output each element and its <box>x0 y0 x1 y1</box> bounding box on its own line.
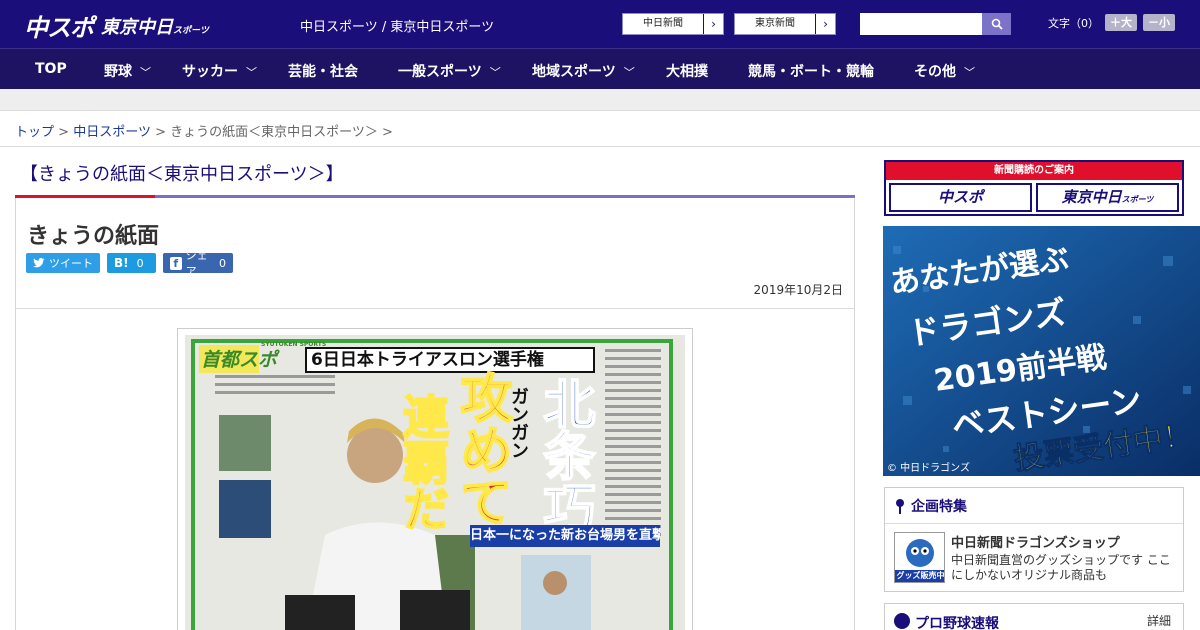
tweet-button[interactable]: ツイート <box>26 253 100 273</box>
breadcrumb-current: きょうの紙面＜東京中日スポーツ＞ <box>170 125 378 140</box>
baseball-details-link[interactable]: 詳細 <box>1147 612 1171 629</box>
font-size-label: 文字（0） <box>1048 16 1099 30</box>
font-size-control: 文字（0） ＋大 －小 <box>1048 14 1175 31</box>
page-title: きょうの紙面 <box>27 224 160 249</box>
dragons-shop-thumbnail[interactable]: グッズ販売中 <box>894 532 945 583</box>
paper-headline-semete: 攻めて <box>450 370 512 528</box>
hatena-count: 0 <box>136 256 144 270</box>
special-features-box: 企画特集 グッズ販売中 中日新聞ドラゴンズショップ 中日新聞直営のグッズショップ… <box>884 487 1184 592</box>
site-logo[interactable]: 中スポ 東京中日スポーツ <box>24 8 209 43</box>
paper-brand: 首都スポ <box>201 349 278 371</box>
subscribe-tokyo-chunichi-button[interactable]: 東京中日スポーツ <box>1036 183 1179 212</box>
baseball-icon <box>894 613 910 629</box>
paper-header-line: 6日日本トライアスロン選手権 <box>305 347 595 373</box>
chevron-down-icon: ﹀ <box>246 66 257 79</box>
dragons-shop-description: 中日新聞直営のグッズショップです ここにしかないオリジナル商品も <box>951 553 1171 582</box>
nav-local-sports[interactable]: 地域スポーツ ﹀ <box>532 61 635 81</box>
nav-entertainment[interactable]: 芸能・社会 <box>288 61 358 81</box>
nav-general-sports[interactable]: 一般スポーツ ﹀ <box>398 61 501 81</box>
subscription-box: 新聞購読のご案内 中スポ 東京中日スポーツ <box>884 160 1184 216</box>
chevron-right-icon: › <box>703 14 723 34</box>
nav-sumo[interactable]: 大相撲 <box>666 61 708 81</box>
chevron-down-icon: ﹀ <box>489 66 501 79</box>
nav-top[interactable]: TOP <box>35 61 67 77</box>
search-icon <box>991 18 1003 30</box>
facebook-icon: f <box>170 256 182 270</box>
header-title: 中日スポーツ / 東京中日スポーツ <box>300 20 495 35</box>
divider <box>0 146 1200 147</box>
dragons-shop-title[interactable]: 中日新聞ドラゴンズショップ <box>951 532 1120 551</box>
font-bigger-button[interactable]: ＋大 <box>1105 14 1137 31</box>
logo-tokyo-chunichi[interactable]: 東京中日スポーツ <box>101 13 209 39</box>
paper-headline-name: 北条巧 <box>533 376 595 534</box>
facebook-count: 0 <box>219 256 226 270</box>
pin-icon <box>896 499 904 514</box>
chevron-down-icon: ﹀ <box>964 66 975 79</box>
newspaper-front-page-image[interactable]: 首都スポ SYUTOKEN SPORTS 6日日本トライアスロン選手権 北条巧 … <box>185 335 685 630</box>
main-nav: TOP 野球 ﹀ サッカー ﹀ 芸能・社会 一般スポーツ ﹀ 地域スポーツ ﹀ 大相撲 … <box>0 48 1200 89</box>
twitter-icon <box>33 258 45 268</box>
hatena-icon: B! <box>114 256 129 270</box>
publish-date: 2019年10月2日 <box>753 283 843 297</box>
pro-baseball-box: プロ野球速報 詳細 <box>884 603 1184 630</box>
subscription-title: 新聞購読のご案内 <box>886 162 1182 180</box>
paper-headline-renpa: 連覇だ <box>395 392 451 532</box>
chunichi-shimbun-link[interactable]: 中日新聞 › <box>622 13 724 35</box>
chevron-down-icon: ﹀ <box>140 66 151 79</box>
special-features-heading: 企画特集 <box>885 488 1183 524</box>
divider <box>16 308 854 309</box>
chevron-right-icon: › <box>815 14 835 34</box>
hatena-bookmark-button[interactable]: B! 0 <box>107 253 156 273</box>
banner-credit: © 中日ドラゴンズ <box>887 463 970 474</box>
nav-other[interactable]: その他 ﹀ <box>914 61 975 81</box>
font-smaller-button[interactable]: －小 <box>1143 14 1175 31</box>
pro-baseball-title: プロ野球速報 <box>915 616 999 630</box>
nav-baseball[interactable]: 野球 ﹀ <box>104 61 151 81</box>
chevron-down-icon: ﹀ <box>623 66 635 79</box>
ad-strip <box>0 89 1200 111</box>
paper-subheadline: 日本一になった新お台場男を直撃 <box>470 525 660 547</box>
section-title: 【きょうの紙面＜東京中日スポーツ＞】 <box>20 164 344 185</box>
breadcrumb-top[interactable]: トップ <box>15 125 54 140</box>
nav-racing[interactable]: 競馬・ボート・競輪 <box>748 61 874 81</box>
breadcrumb: トップ > 中日スポーツ > きょうの紙面＜東京中日スポーツ＞ > <box>15 125 393 140</box>
subscribe-chuspo-button[interactable]: 中スポ <box>889 183 1032 212</box>
search-box <box>860 13 1011 35</box>
share-buttons: ツイート B! 0 f シェア 0 <box>26 249 233 278</box>
thumbnail-caption: グッズ販売中 <box>896 571 945 580</box>
dragons-vote-banner[interactable]: あなたが選ぶ ドラゴンズ 2019前半戦 ベストシーン 投票受付中！ © 中日ド… <box>883 226 1200 476</box>
site-header: 中スポ 東京中日スポーツ 中日スポーツ / 東京中日スポーツ 中日新聞 › 東京… <box>0 0 1200 48</box>
search-input[interactable] <box>860 13 982 35</box>
tokyo-shimbun-link[interactable]: 東京新聞 › <box>734 13 836 35</box>
search-button[interactable] <box>982 13 1011 35</box>
facebook-share-button[interactable]: f シェア 0 <box>163 249 233 278</box>
breadcrumb-chunichi-sports[interactable]: 中日スポーツ <box>73 125 151 140</box>
logo-chuspo[interactable]: 中スポ <box>24 8 94 43</box>
nav-soccer[interactable]: サッカー ﹀ <box>182 61 257 81</box>
